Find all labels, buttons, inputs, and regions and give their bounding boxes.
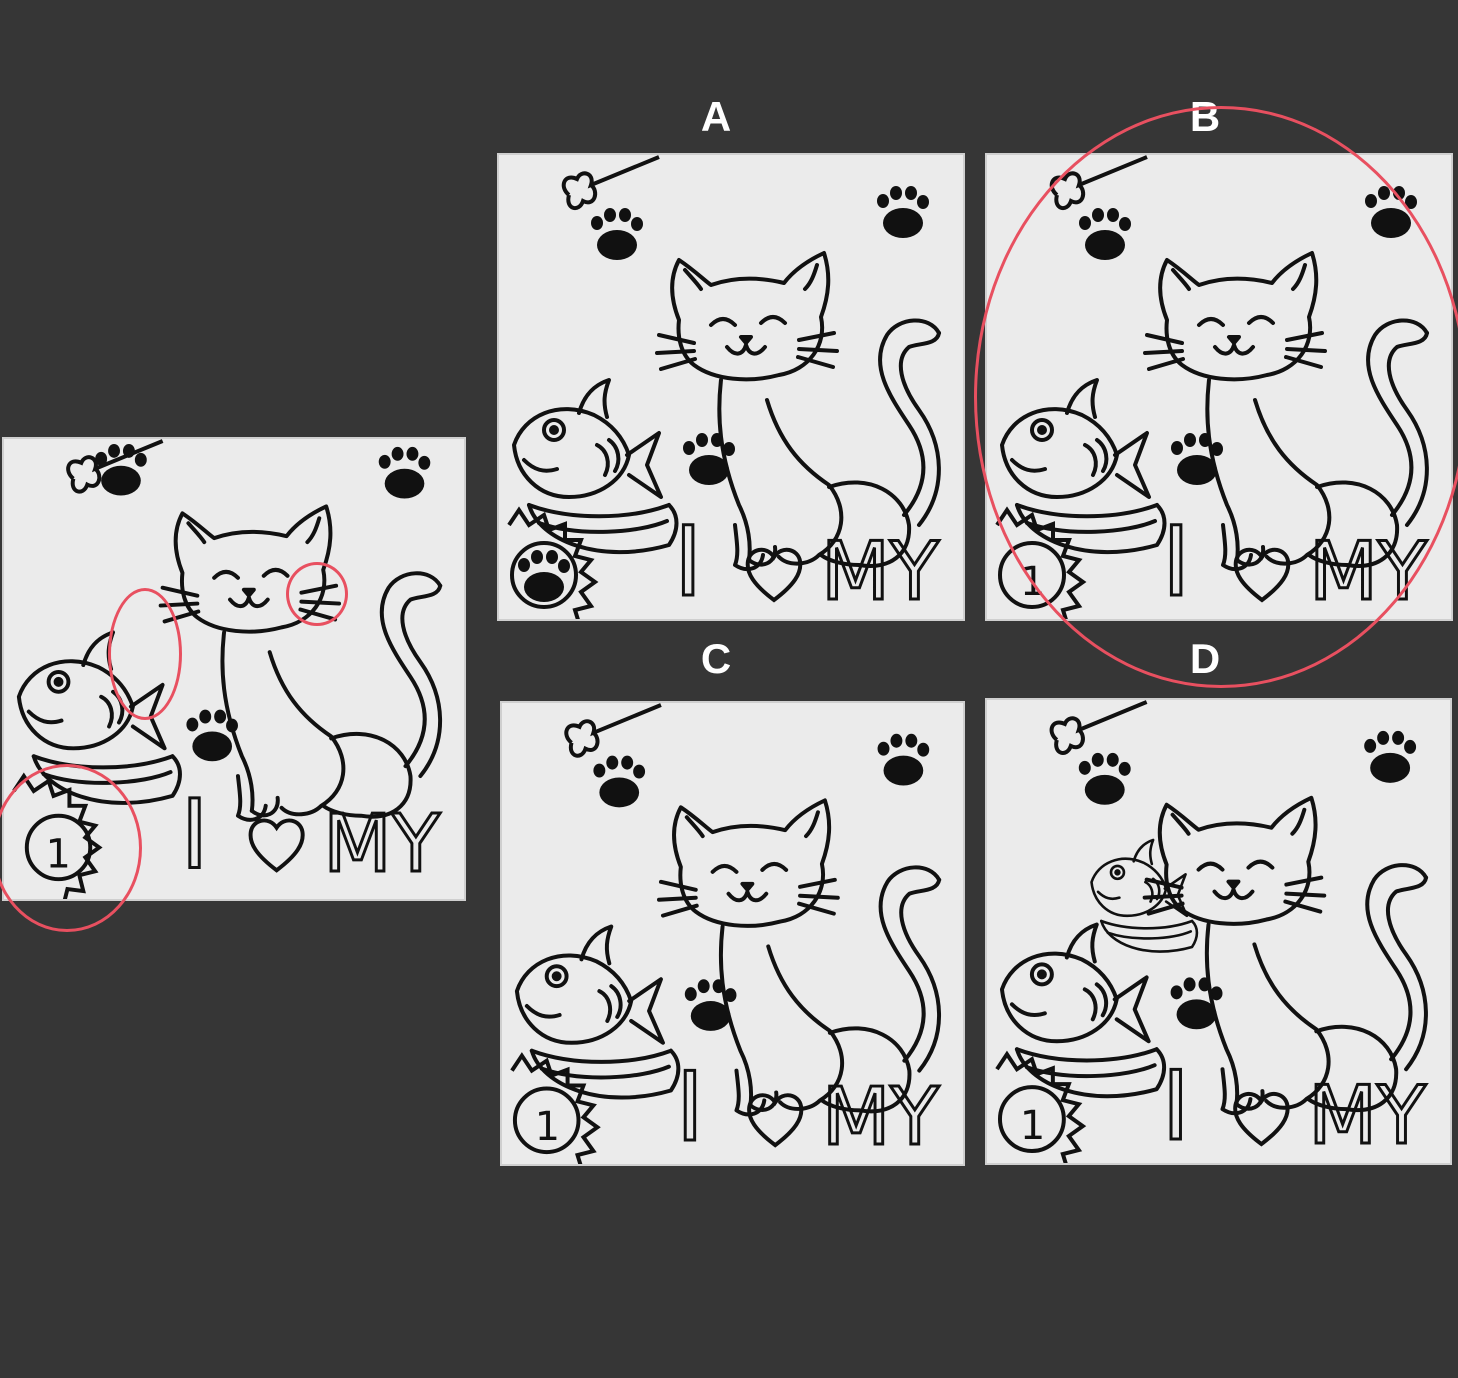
badge-number: 1 xyxy=(1020,559,1045,605)
caption-i: I xyxy=(180,780,208,890)
option-d-image[interactable]: 1 I MY xyxy=(985,698,1452,1165)
caption-i: I xyxy=(1162,506,1190,618)
option-c-drawing: 1 I MY xyxy=(510,703,942,1164)
caption-i: I xyxy=(674,506,702,618)
caption-my: MY xyxy=(323,797,440,890)
badge-number: 1 xyxy=(1020,1103,1045,1149)
option-label-a: A xyxy=(700,93,732,140)
reference-drawing: 1 I MY xyxy=(12,439,443,899)
caption-i: I xyxy=(1162,1050,1190,1162)
caption-i: I xyxy=(676,1052,704,1163)
badge-number: 1 xyxy=(46,831,71,877)
option-a-image[interactable]: I MY xyxy=(497,153,965,621)
option-b-image[interactable]: 1 I MY xyxy=(985,153,1453,621)
option-a-drawing: I MY xyxy=(507,155,942,619)
option-c-image[interactable]: 1 I MY xyxy=(500,701,965,1166)
caption-my: MY xyxy=(821,525,940,618)
caption-my: MY xyxy=(1309,525,1428,618)
option-label-d: D xyxy=(1189,635,1221,682)
reference-image: 1 I MY xyxy=(2,437,466,901)
caption-my: MY xyxy=(822,1070,940,1163)
badge-number: 1 xyxy=(535,1104,560,1150)
option-d-drawing: 1 I MY xyxy=(995,700,1429,1163)
option-b-drawing: 1 I MY xyxy=(995,155,1430,619)
option-label-c: C xyxy=(700,635,732,682)
option-label-b: B xyxy=(1189,93,1221,140)
caption-my: MY xyxy=(1308,1069,1426,1162)
